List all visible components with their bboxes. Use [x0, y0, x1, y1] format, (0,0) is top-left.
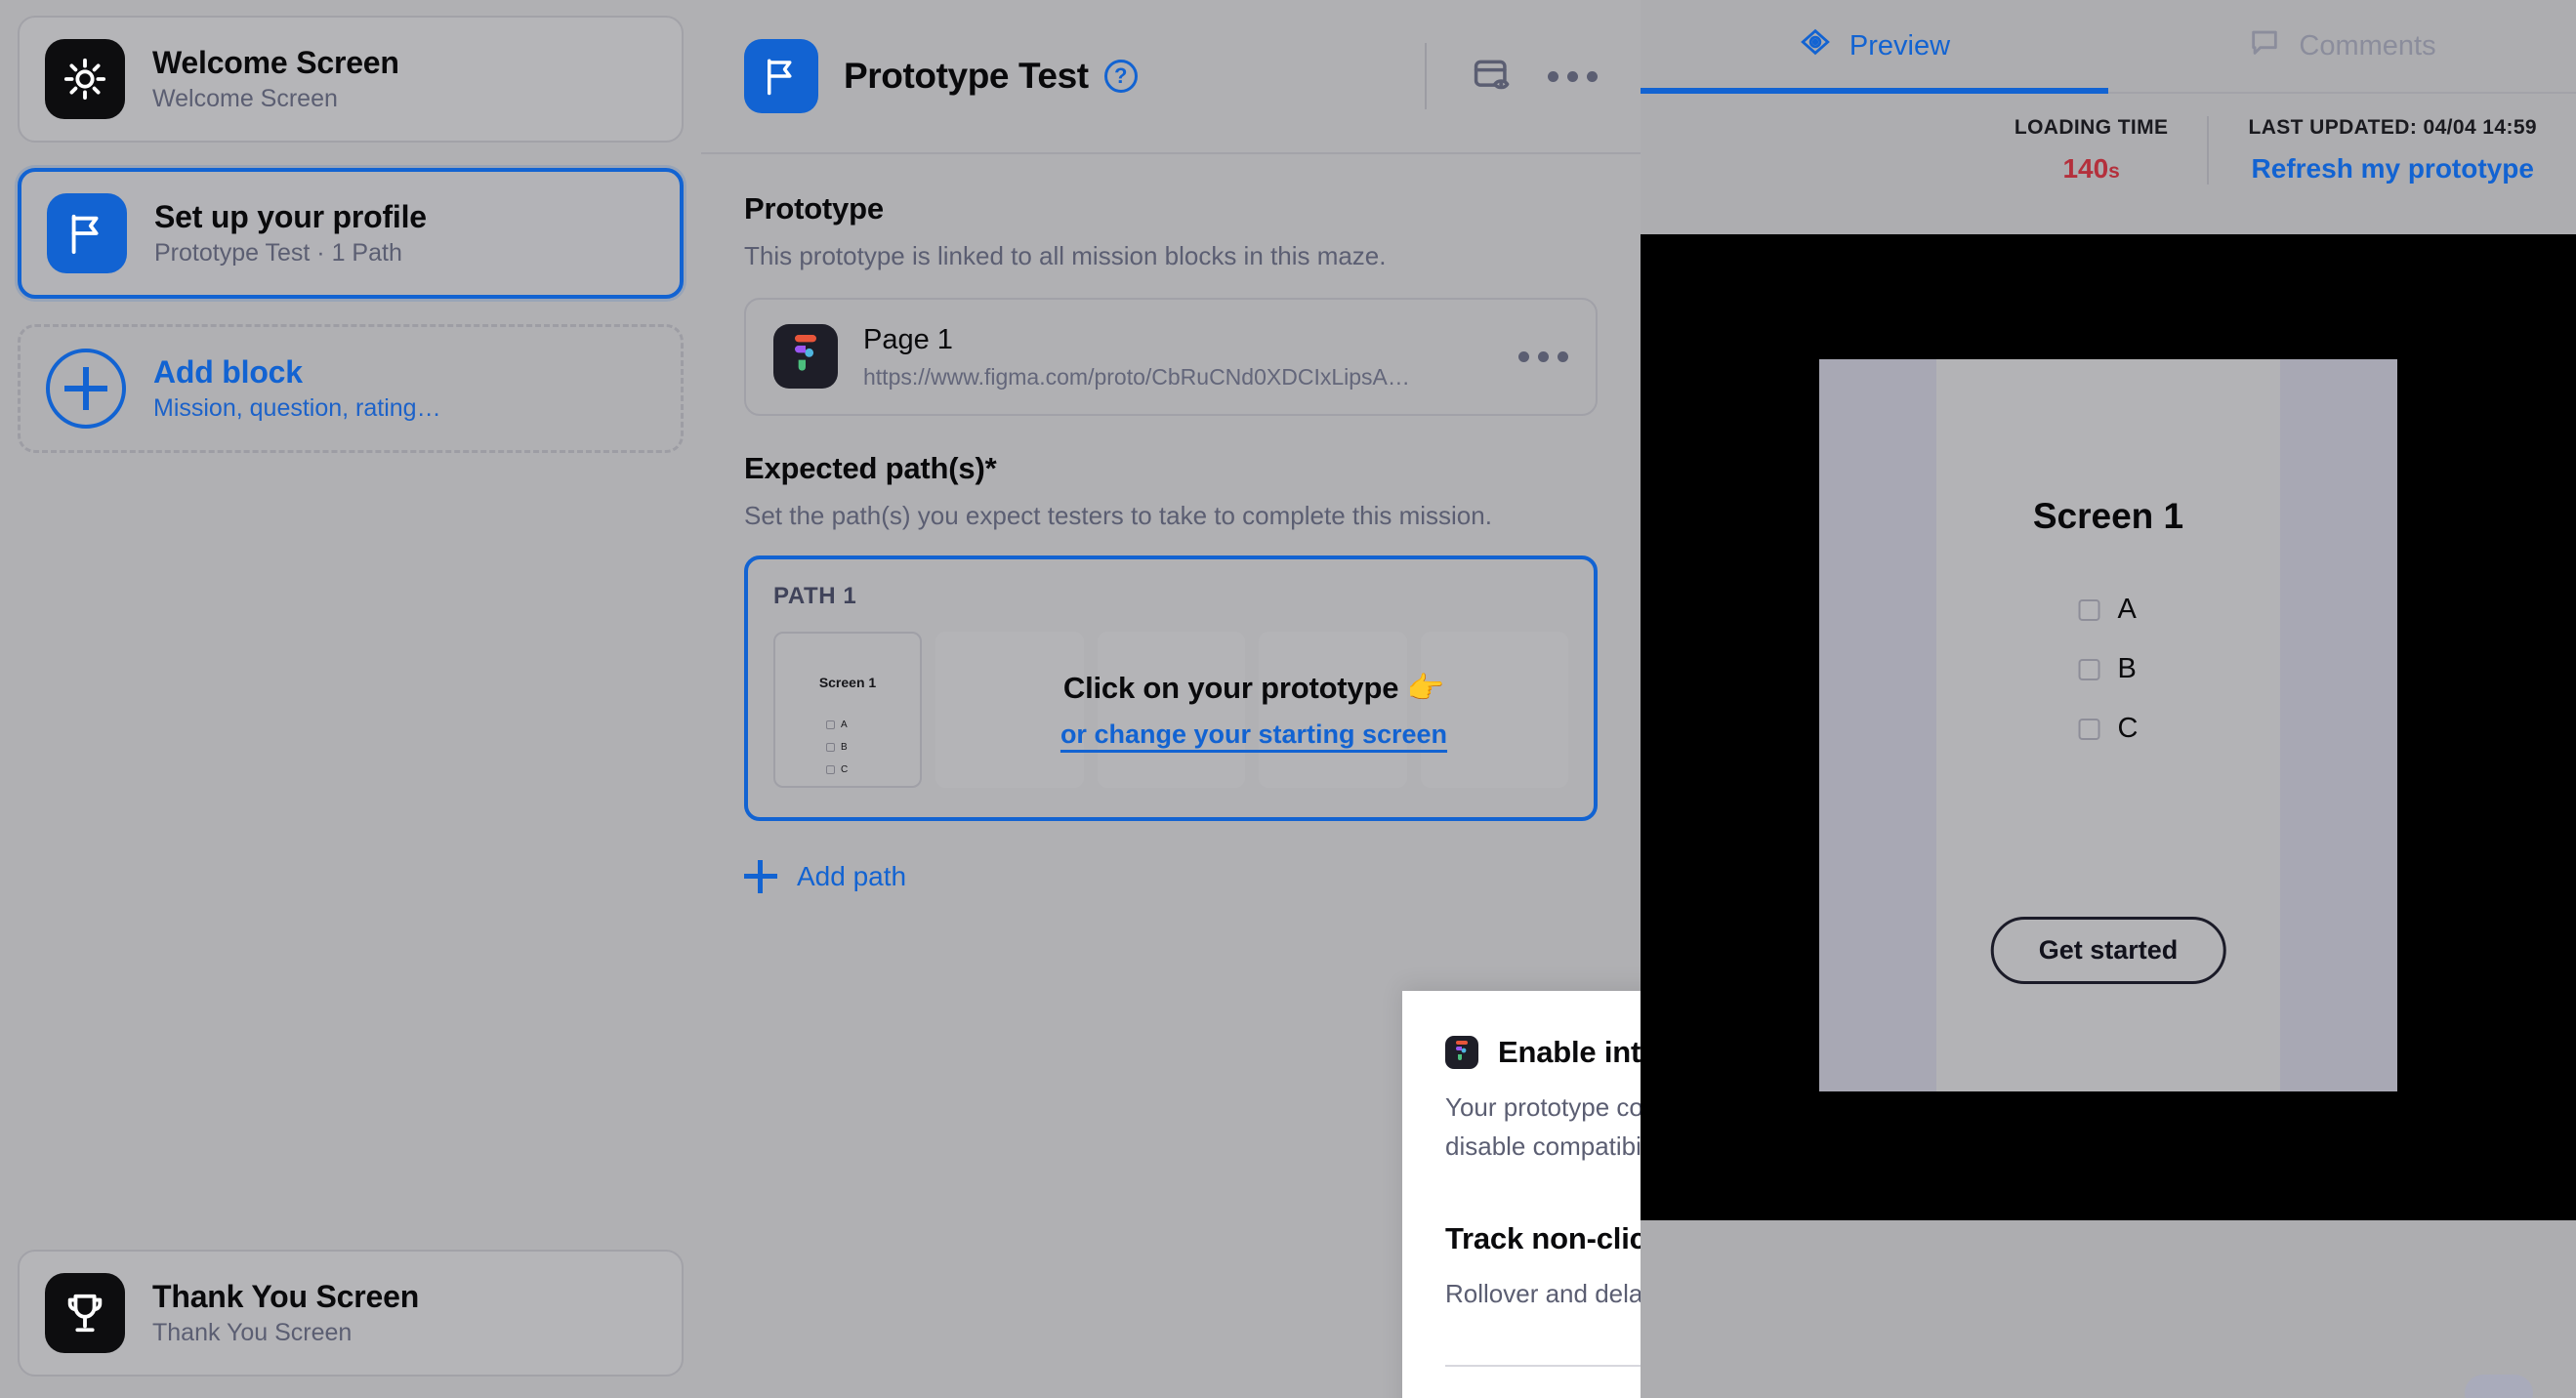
prototype-url: https://www.figma.com/proto/CbRuCNd0XDCI… [863, 364, 1410, 391]
expected-paths-description: Set the path(s) you expect testers to ta… [744, 501, 1492, 531]
plus-icon [744, 859, 777, 893]
question-mark-icon[interactable]: ? [1103, 60, 1138, 93]
preview-panel: Preview Comments LOADING TIME 140s LAST … [1641, 0, 2576, 1398]
trophy-icon [45, 1273, 125, 1353]
get-started-button[interactable]: Get started [1990, 917, 2226, 984]
prototype-section-description: This prototype is linked to all mission … [744, 241, 1387, 270]
prototype-link-card[interactable]: Page 1 https://www.figma.com/proto/CbRuC… [744, 297, 1598, 417]
flag-icon [47, 193, 127, 273]
partial-toggle[interactable] [2465, 1375, 2533, 1398]
add-path-label: Add path [797, 860, 907, 891]
path-editor[interactable]: PATH 1 Screen 1 A B C Click on your prot… [744, 555, 1598, 821]
figma-icon [773, 324, 838, 390]
last-updated-cell: LAST UPDATED: 04/04 14:59 Refresh my pro… [2207, 116, 2576, 185]
thumbnail-option: C [826, 764, 848, 775]
page-title: Prototype Test [844, 56, 1089, 96]
block-title: Thank You Screen [152, 1278, 420, 1314]
block-subtitle: Thank You Screen [152, 1318, 353, 1346]
block-title: Welcome Screen [152, 44, 399, 80]
thumbnail-option: A [826, 720, 848, 730]
add-block-title: Add block [153, 353, 303, 390]
preview-tabs: Preview Comments [1641, 0, 2576, 94]
last-updated-label: LAST UPDATED: 04/04 14:59 [2248, 116, 2537, 139]
checkbox-icon[interactable] [2078, 598, 2100, 621]
more-horizontal-icon[interactable] [1548, 70, 1598, 82]
path-placeholder-slot [1097, 631, 1245, 788]
prototype-name: Page 1 [863, 323, 953, 355]
thumbnail-title: Screen 1 [818, 674, 877, 690]
tab-preview[interactable]: Preview [1641, 0, 2108, 94]
add-block-button[interactable]: Add block Mission, question, rating… [18, 324, 684, 453]
sidebar-item-set-up-your-profile[interactable]: Set up your profile Prototype Test · 1 P… [18, 168, 684, 299]
prototype-preview-stage: Screen 1 A B C Get started [1641, 234, 2576, 1220]
screen-option: A [2078, 594, 2139, 626]
checkbox-icon[interactable] [2078, 658, 2100, 680]
tab-comments[interactable]: Comments [2108, 0, 2576, 92]
comment-icon [2248, 25, 2281, 66]
loading-time-value: 140s [2062, 153, 2120, 184]
screen-option: C [2078, 713, 2138, 745]
expected-paths-title: Expected path(s)* [744, 451, 997, 486]
screen-left-band [1819, 359, 1936, 1091]
card-preview-icon[interactable] [1466, 49, 1520, 103]
screen-options: A B C [2078, 594, 2139, 745]
path-placeholder-slot [935, 631, 1084, 788]
add-block-subtitle: Mission, question, rating… [153, 393, 441, 422]
path-strip: Screen 1 A B C Click on your prototype 👉 [773, 631, 1568, 788]
loading-time-cell: LOADING TIME 140s [1975, 116, 2208, 185]
path-start-thumbnail[interactable]: Screen 1 A B C [773, 631, 922, 788]
sidebar-item-welcome-screen[interactable]: Welcome Screen Welcome Screen [18, 16, 684, 143]
block-title: Set up your profile [154, 198, 427, 234]
refresh-prototype-link[interactable]: Refresh my prototype [2248, 153, 2537, 185]
screen-right-band [2280, 359, 2397, 1091]
sidebar-item-thank-you-screen[interactable]: Thank You Screen Thank You Screen [18, 1250, 684, 1377]
change-starting-screen-link[interactable]: or change your starting screen [1060, 720, 1447, 750]
header-divider [1425, 43, 1427, 109]
block-subtitle: Prototype Test · 1 Path [154, 238, 402, 267]
path-placeholder-slot [1259, 631, 1407, 788]
path-label: PATH 1 [773, 582, 857, 609]
tab-label: Preview [1849, 29, 1951, 62]
sidebar: Welcome Screen Welcome Screen Set up you… [0, 0, 701, 1398]
eye-icon [1799, 25, 1832, 66]
checkbox-icon[interactable] [2078, 718, 2100, 740]
more-horizontal-icon[interactable] [1518, 350, 1568, 362]
loading-time-label: LOADING TIME [2014, 116, 2169, 139]
preview-metabar: LOADING TIME 140s LAST UPDATED: 04/04 14… [1641, 94, 2576, 207]
prototype-section-title: Prototype [744, 191, 884, 226]
mission-editor-panel: Prototype Test ? Prototype This prototyp… [701, 0, 2342, 1398]
path-placeholder-slot [1420, 631, 1568, 788]
thumbnail-options: A B C [826, 720, 848, 775]
prototype-screen[interactable]: Screen 1 A B C Get started [1819, 359, 2397, 1091]
tab-label: Comments [2299, 29, 2436, 62]
mission-header: Prototype Test ? [701, 0, 1641, 154]
thumbnail-option: B [826, 742, 848, 753]
flag-icon [744, 39, 818, 113]
loading-time-unit: s [2108, 160, 2120, 183]
add-path-button[interactable]: Add path [744, 859, 907, 893]
sun-icon [45, 39, 125, 119]
preview-bottom-bar [1641, 1220, 2576, 1398]
figma-icon [1445, 1036, 1478, 1069]
block-subtitle: Welcome Screen [152, 84, 338, 112]
screen-title: Screen 1 [2032, 496, 2184, 536]
plus-circle-icon [46, 349, 126, 429]
screen-option: B [2078, 653, 2139, 685]
